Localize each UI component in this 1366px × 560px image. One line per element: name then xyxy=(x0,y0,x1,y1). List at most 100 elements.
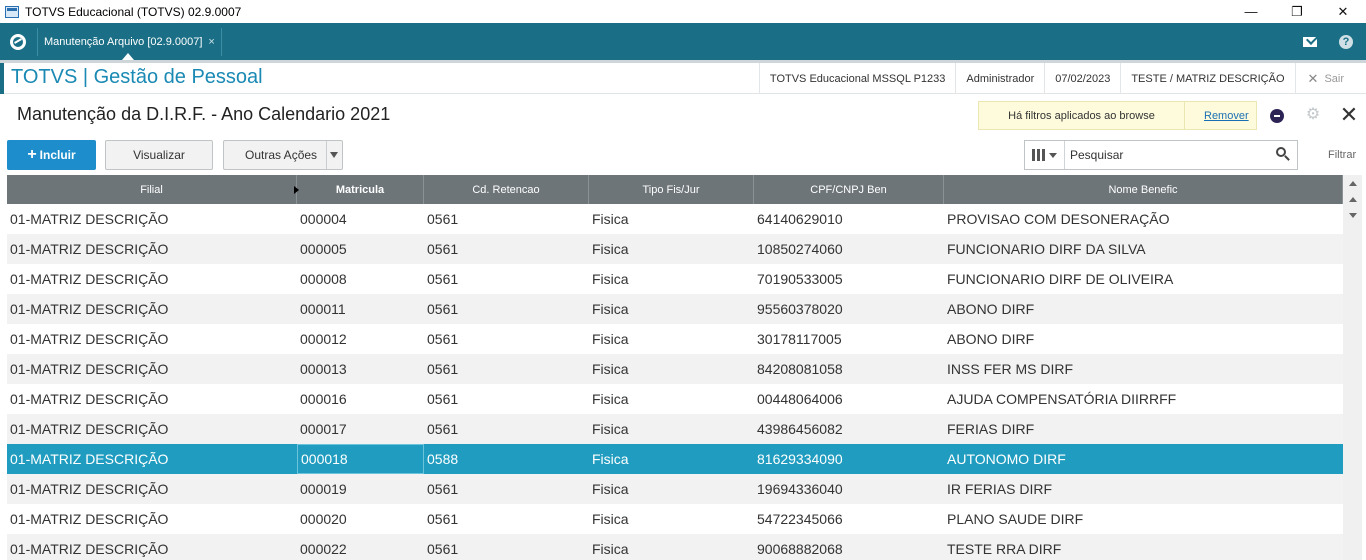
cell-cd-retencao[interactable]: 0561 xyxy=(424,474,589,504)
cell-matricula[interactable]: 000008 xyxy=(297,264,424,294)
remove-filter-link[interactable]: Remover xyxy=(1204,110,1249,122)
column-header-tipo-fis-jur[interactable]: Tipo Fis/Jur xyxy=(589,175,754,204)
cell-nome-benefic[interactable]: ABONO DIRF xyxy=(944,294,1343,324)
cell-nome-benefic[interactable]: PLANO SAUDE DIRF xyxy=(944,504,1343,534)
close-window-button[interactable]: ✕ xyxy=(1320,0,1366,23)
environment-label[interactable]: TOTVS Educacional MSSQL P1233 xyxy=(758,63,955,94)
table-row[interactable]: 01-MATRIZ DESCRIÇÃO 000013 0561 Fisica 84208… xyxy=(7,354,1343,384)
filtrar-button[interactable]: Filtrar xyxy=(1328,149,1356,161)
scroll-down-button[interactable] xyxy=(1343,207,1362,223)
table-row[interactable]: 01-MATRIZ DESCRIÇÃO 000020 0561 Fisica 54722… xyxy=(7,504,1343,534)
minus-circle-icon[interactable] xyxy=(1270,109,1284,123)
cell-matricula[interactable]: 000022 xyxy=(297,534,424,560)
cell-cpf-cnpj[interactable]: 70190533005 xyxy=(754,264,944,294)
column-header-cd-retencao[interactable]: Cd. Retencao xyxy=(424,175,589,204)
cell-cd-retencao[interactable]: 0561 xyxy=(424,384,589,414)
cell-cpf-cnpj[interactable]: 81629334090 xyxy=(754,444,944,474)
cell-cpf-cnpj[interactable]: 84208081058 xyxy=(754,354,944,384)
branch-label[interactable]: TESTE / MATRIZ DESCRIÇÃO xyxy=(1120,63,1294,94)
cell-tipo-fis-jur[interactable]: Fisica xyxy=(589,504,754,534)
cell-tipo-fis-jur[interactable]: Fisica xyxy=(589,414,754,444)
column-header-cpf-cnpj[interactable]: CPF/CNPJ Ben xyxy=(754,175,944,204)
cell-nome-benefic[interactable]: TESTE RRA DIRF xyxy=(944,534,1343,560)
gear-icon[interactable]: ⚙ xyxy=(1305,107,1321,123)
cell-filial[interactable]: 01-MATRIZ DESCRIÇÃO xyxy=(7,474,297,504)
cell-cd-retencao[interactable]: 0561 xyxy=(424,414,589,444)
help-button[interactable]: ? xyxy=(1336,32,1356,52)
cell-matricula[interactable]: 000013 xyxy=(297,354,424,384)
cell-filial[interactable]: 01-MATRIZ DESCRIÇÃO xyxy=(7,264,297,294)
mail-icon[interactable] xyxy=(1300,32,1320,52)
cell-nome-benefic[interactable]: ABONO DIRF xyxy=(944,324,1343,354)
cell-matricula[interactable]: 000019 xyxy=(297,474,424,504)
cell-tipo-fis-jur[interactable]: Fisica xyxy=(589,294,754,324)
cell-nome-benefic[interactable]: AJUDA COMPENSATÓRIA DIIRRFF xyxy=(944,384,1343,414)
cell-nome-benefic[interactable]: FERIAS DIRF xyxy=(944,414,1343,444)
table-row[interactable]: 01-MATRIZ DESCRIÇÃO 000022 0561 Fisica 90068… xyxy=(7,534,1343,560)
maximize-button[interactable]: ❐ xyxy=(1274,0,1320,23)
vertical-scrollbar[interactable] xyxy=(1343,175,1362,560)
user-label[interactable]: Administrador xyxy=(955,63,1044,94)
cell-matricula[interactable]: 000011 xyxy=(297,294,424,324)
cell-cd-retencao[interactable]: 0588 xyxy=(424,444,589,474)
cell-cpf-cnpj[interactable]: 90068882068 xyxy=(754,534,944,560)
cell-tipo-fis-jur[interactable]: Fisica xyxy=(589,534,754,560)
cell-filial[interactable]: 01-MATRIZ DESCRIÇÃO xyxy=(7,354,297,384)
cell-cpf-cnpj[interactable]: 10850274060 xyxy=(754,234,944,264)
cell-nome-benefic[interactable]: IR FERIAS DIRF xyxy=(944,474,1343,504)
cell-filial[interactable]: 01-MATRIZ DESCRIÇÃO xyxy=(7,234,297,264)
column-header-matricula[interactable]: Matricula xyxy=(294,175,424,204)
logout-button[interactable]: ✕ Sair xyxy=(1294,63,1366,94)
scroll-up-button[interactable] xyxy=(1343,191,1362,207)
cell-cpf-cnpj[interactable]: 30178117005 xyxy=(754,324,944,354)
cell-matricula[interactable]: 000018 xyxy=(297,444,424,474)
cell-filial[interactable]: 01-MATRIZ DESCRIÇÃO xyxy=(7,504,297,534)
search-input[interactable] xyxy=(1065,142,1271,168)
cell-tipo-fis-jur[interactable]: Fisica xyxy=(589,324,754,354)
table-row[interactable]: 01-MATRIZ DESCRIÇÃO 000016 0561 Fisica 00448… xyxy=(7,384,1343,414)
incluir-button[interactable]: + Incluir xyxy=(7,140,96,170)
cell-tipo-fis-jur[interactable]: Fisica xyxy=(589,354,754,384)
column-header-nome-benefic[interactable]: Nome Benefic xyxy=(944,175,1343,204)
cell-tipo-fis-jur[interactable]: Fisica xyxy=(589,474,754,504)
search-icon[interactable] xyxy=(1271,142,1297,168)
cell-tipo-fis-jur[interactable]: Fisica xyxy=(589,264,754,294)
scroll-top-button[interactable] xyxy=(1343,175,1362,191)
cell-tipo-fis-jur[interactable]: Fisica xyxy=(589,444,754,474)
visualizar-button[interactable]: Visualizar xyxy=(105,140,213,170)
cell-cd-retencao[interactable]: 0561 xyxy=(424,204,589,234)
cell-filial[interactable]: 01-MATRIZ DESCRIÇÃO xyxy=(7,414,297,444)
cell-cd-retencao[interactable]: 0561 xyxy=(424,264,589,294)
column-header-filial[interactable]: Filial xyxy=(7,175,297,204)
tab-close-icon[interactable]: × xyxy=(208,36,214,48)
cell-matricula[interactable]: 000004 xyxy=(297,204,424,234)
cell-matricula[interactable]: 000005 xyxy=(297,234,424,264)
cell-cpf-cnpj[interactable]: 54722345066 xyxy=(754,504,944,534)
table-row[interactable]: 01-MATRIZ DESCRIÇÃO 000005 0561 Fisica 10850… xyxy=(7,234,1343,264)
cell-cd-retencao[interactable]: 0561 xyxy=(424,324,589,354)
minimize-button[interactable]: — xyxy=(1228,0,1274,23)
cell-nome-benefic[interactable]: INSS FER MS DIRF xyxy=(944,354,1343,384)
table-row[interactable]: 01-MATRIZ DESCRIÇÃO 000012 0561 Fisica 30178… xyxy=(7,324,1343,354)
cell-matricula[interactable]: 000016 xyxy=(297,384,424,414)
cell-tipo-fis-jur[interactable]: Fisica xyxy=(589,204,754,234)
cell-cd-retencao[interactable]: 0561 xyxy=(424,354,589,384)
cell-tipo-fis-jur[interactable]: Fisica xyxy=(589,234,754,264)
cell-cd-retencao[interactable]: 0561 xyxy=(424,234,589,264)
cell-tipo-fis-jur[interactable]: Fisica xyxy=(589,384,754,414)
table-row[interactable]: 01-MATRIZ DESCRIÇÃO 000004 0561 Fisica 64140… xyxy=(7,204,1343,234)
outras-acoes-button[interactable]: Outras Ações xyxy=(223,140,343,170)
date-label[interactable]: 07/02/2023 xyxy=(1044,63,1120,94)
cell-cd-retencao[interactable]: 0561 xyxy=(424,534,589,560)
table-row[interactable]: 01-MATRIZ DESCRIÇÃO 000011 0561 Fisica 95560… xyxy=(7,294,1343,324)
tab-manutencao-arquivo[interactable]: Manutenção Arquivo [02.9.0007] × xyxy=(37,28,222,56)
cell-matricula[interactable]: 000020 xyxy=(297,504,424,534)
cell-nome-benefic[interactable]: AUTONOMO DIRF xyxy=(944,444,1343,474)
cell-cpf-cnpj[interactable]: 64140629010 xyxy=(754,204,944,234)
cell-nome-benefic[interactable]: FUNCIONARIO DIRF DA SILVA xyxy=(944,234,1343,264)
cell-filial[interactable]: 01-MATRIZ DESCRIÇÃO xyxy=(7,384,297,414)
cell-nome-benefic[interactable]: FUNCIONARIO DIRF DE OLIVEIRA xyxy=(944,264,1343,294)
cell-cpf-cnpj[interactable]: 00448064006 xyxy=(754,384,944,414)
table-row[interactable]: 01-MATRIZ DESCRIÇÃO 000008 0561 Fisica 70190… xyxy=(7,264,1343,294)
cell-nome-benefic[interactable]: PROVISAO COM DESONERAÇÃO xyxy=(944,204,1343,234)
